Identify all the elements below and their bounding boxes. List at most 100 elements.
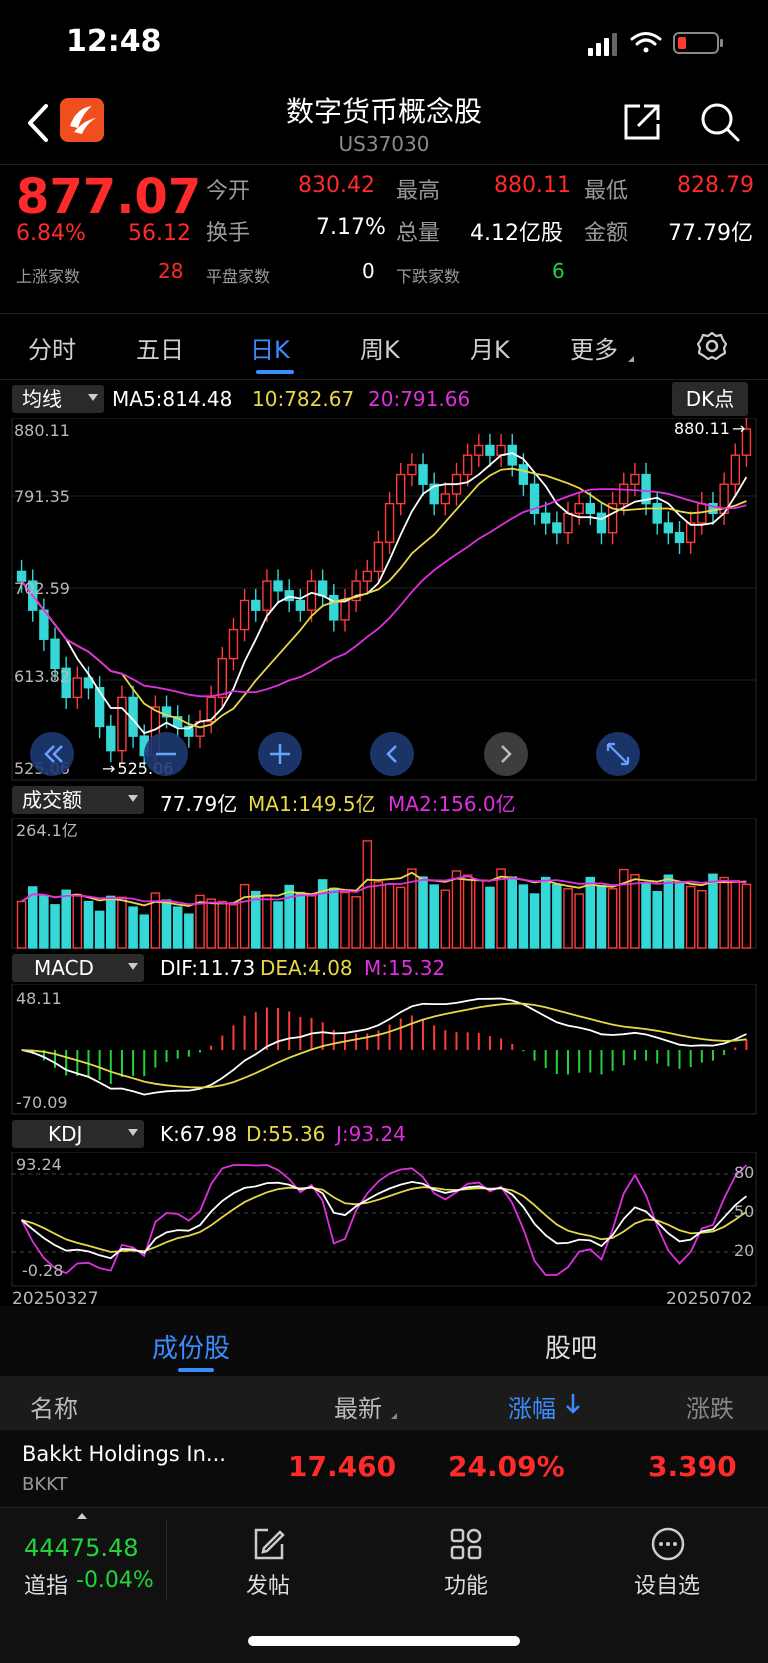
- macd-indicator-select[interactable]: MACD: [12, 954, 144, 982]
- tab-intraday[interactable]: 分时: [28, 330, 76, 365]
- candlestick-chart[interactable]: 880.11 791.35 702.59 613.82 525.06 880.1…: [0, 418, 768, 784]
- column-change-pct[interactable]: 涨幅: [508, 1389, 556, 1424]
- volume-bar: [496, 868, 506, 949]
- volume-bar: [685, 885, 696, 949]
- tab-components[interactable]: 成份股: [152, 1328, 230, 1365]
- status-time: 12:48: [66, 24, 162, 59]
- candle-body: [630, 473, 640, 485]
- volume-bar: [474, 879, 484, 949]
- candle-body: [273, 580, 283, 592]
- kdj-j-legend: J:93.24: [336, 1122, 406, 1146]
- chart-rewind-button[interactable]: [30, 732, 74, 776]
- function-button[interactable]: 功能: [426, 1522, 506, 1612]
- kdj-chart: 93.24 -0.28 80 50 20 20250327 20250702: [11, 1152, 757, 1306]
- gear-icon[interactable]: [696, 330, 728, 362]
- section-tabs: 成份股 股吧: [0, 1306, 768, 1376]
- index-value[interactable]: 44475.48: [24, 1534, 139, 1562]
- volume-bar: [362, 840, 373, 949]
- home-indicator[interactable]: [248, 1636, 520, 1646]
- candle-body: [362, 570, 372, 582]
- volume-bar: [585, 876, 596, 949]
- kdj-bottom-label: -0.28: [22, 1261, 63, 1280]
- candle-body: [474, 444, 484, 456]
- volume-bar: [697, 889, 707, 949]
- fullscreen-button[interactable]: [596, 732, 640, 776]
- volume-bar: [184, 913, 194, 949]
- flat-count: 0: [362, 259, 375, 283]
- volume-chart: 264.1亿: [11, 818, 757, 949]
- candle-body: [585, 502, 596, 515]
- share-icon[interactable]: [620, 100, 664, 144]
- candle-body: [94, 687, 105, 728]
- volume-value: 4.12亿股: [470, 221, 563, 246]
- tab-weekly-k[interactable]: 周K: [360, 330, 400, 365]
- tab-monthly-k[interactable]: 月K: [470, 330, 510, 365]
- ma5-legend: MA5:814.48: [112, 387, 233, 411]
- kline-y-label-2: 791.35: [14, 487, 70, 506]
- tab-more[interactable]: 更多: [570, 330, 618, 365]
- scroll-right-button[interactable]: [484, 732, 528, 776]
- low-label: 最低: [584, 179, 629, 204]
- zoom-out-button[interactable]: [144, 732, 188, 776]
- candle-body: [652, 502, 662, 524]
- volume-bar: [161, 899, 172, 949]
- tab-five-day[interactable]: 五日: [136, 330, 184, 365]
- volume-bar: [329, 887, 339, 949]
- chevron-down-icon: [88, 394, 98, 401]
- ma10-line: [20, 467, 747, 729]
- volume-bar: [630, 874, 640, 949]
- volume-bar: [83, 900, 94, 949]
- index-pct: -0.04%: [76, 1568, 154, 1593]
- kdj-indicator-select[interactable]: KDJ: [12, 1120, 144, 1148]
- chevron-down-icon: [128, 963, 138, 970]
- search-icon[interactable]: [698, 100, 742, 144]
- active-tab-underline: [256, 370, 294, 374]
- candle-body: [440, 493, 451, 505]
- post-button[interactable]: 发帖: [228, 1522, 308, 1612]
- candle-body: [563, 512, 573, 534]
- kdj-top-label: 93.24: [16, 1155, 62, 1174]
- candle-body: [50, 638, 60, 670]
- index-name: 道指: [24, 1574, 69, 1599]
- macd-top-label: 48.11: [16, 989, 62, 1008]
- volume-bar: [652, 890, 662, 949]
- candle-body: [228, 628, 239, 660]
- volume-bar: [741, 883, 752, 949]
- scroll-left-button[interactable]: [370, 732, 414, 776]
- turnover-value: 7.17%: [316, 215, 386, 240]
- volume-indicator-select[interactable]: 成交额: [12, 786, 144, 814]
- volume-bar: [574, 893, 584, 949]
- volume-bar: [373, 881, 384, 949]
- add-watchlist-label: 设自选: [634, 1574, 701, 1599]
- ma-select[interactable]: 均线: [12, 385, 104, 413]
- column-change[interactable]: 涨跌: [686, 1389, 734, 1424]
- function-label: 功能: [444, 1574, 489, 1599]
- zoom-in-button[interactable]: [258, 732, 302, 776]
- high-marker: 880.11 →: [674, 419, 745, 438]
- constituents-header: 名称 最新 涨幅 涨跌: [0, 1376, 768, 1430]
- volume-bar: [663, 874, 674, 949]
- macd-select-label: MACD: [34, 956, 94, 980]
- candle-body: [251, 599, 261, 611]
- dk-point-button[interactable]: DK点: [672, 382, 748, 416]
- volume-bar: [94, 910, 105, 949]
- volume-ma2-legend: MA2:156.0亿: [388, 792, 516, 816]
- volume-bar: [395, 886, 406, 949]
- volume-bar: [16, 900, 27, 949]
- down-count: 6: [552, 259, 565, 283]
- volume-bar: [719, 876, 729, 949]
- candle-body: [685, 522, 696, 544]
- volume-bar: [340, 891, 350, 949]
- tab-forum[interactable]: 股吧: [545, 1328, 597, 1365]
- open-label: 今开: [206, 179, 251, 204]
- kline-y-label-3: 702.59: [14, 579, 70, 598]
- caret-up-icon: [77, 1513, 87, 1519]
- list-item[interactable]: Bakkt Holdings In... BKKT 17.460 24.09% …: [0, 1430, 768, 1508]
- add-watchlist-button[interactable]: 设自选: [628, 1522, 708, 1612]
- kline-y-label-1: 880.11: [14, 421, 70, 440]
- post-label: 发帖: [246, 1574, 291, 1599]
- tab-daily-k[interactable]: 日K: [250, 330, 290, 365]
- column-latest[interactable]: 最新: [334, 1389, 382, 1424]
- edit-icon: [254, 1528, 285, 1560]
- wifi-icon: [630, 32, 662, 53]
